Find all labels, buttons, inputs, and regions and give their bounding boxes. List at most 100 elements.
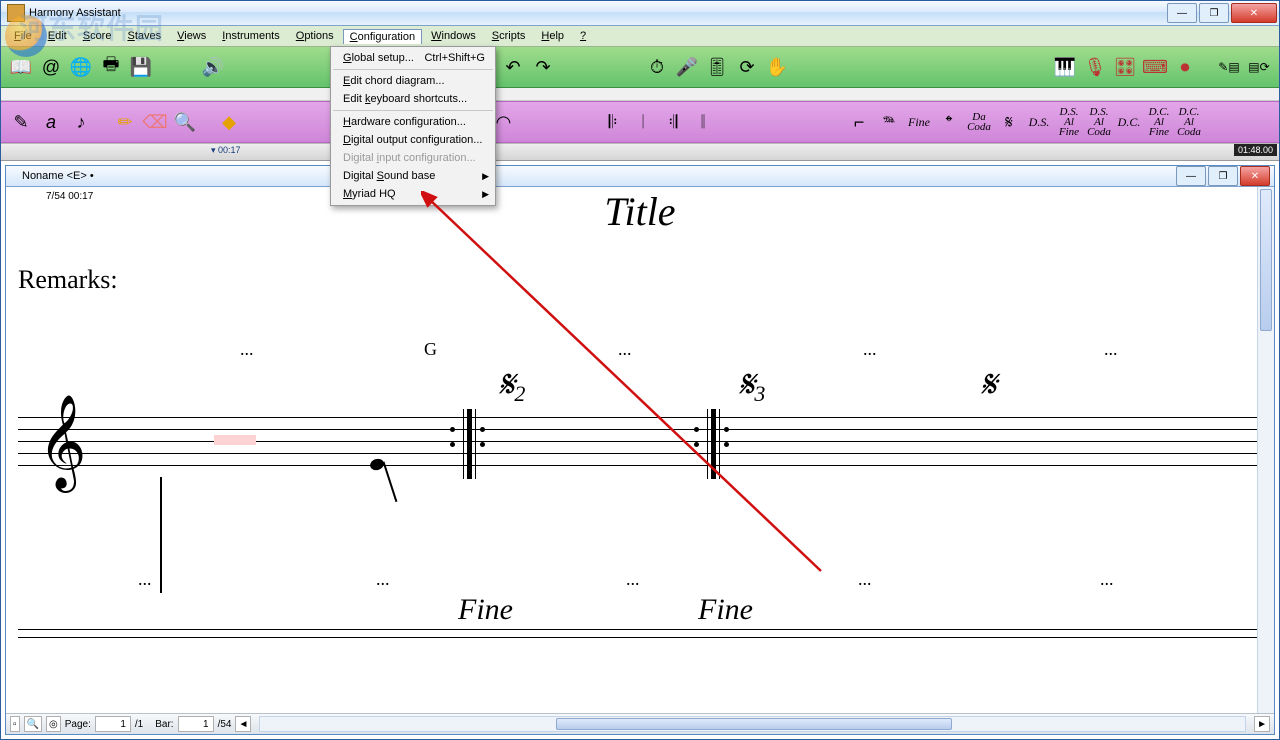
bracket-icon[interactable]: ⌐ (845, 108, 873, 136)
menu-options[interactable]: Options (289, 28, 341, 44)
menuitem-digital-input-configuration-: Digital input configuration... (333, 149, 493, 167)
menu-staves[interactable]: Staves (120, 28, 168, 44)
barline-icon[interactable]: 𝄀 (629, 108, 657, 136)
menuitem-edit-chord-diagram-[interactable]: Edit chord diagram... (333, 72, 493, 90)
fine-button[interactable]: Fine (905, 108, 933, 136)
note[interactable] (369, 457, 386, 472)
score-area[interactable]: 7/54 00:17 Title Remarks: ...G......... … (6, 187, 1274, 713)
document-titlebar: Noname <E> • — ❐ ✕ (6, 166, 1274, 187)
menuitem-digital-output-configuration-[interactable]: Digital output configuration... (333, 131, 493, 149)
fine-mark: Fine (458, 593, 513, 627)
segno-icon[interactable]: 𝄋 (995, 108, 1023, 136)
dc-button[interactable]: D.C. (1115, 108, 1143, 136)
time-ruler[interactable]: ▾ 00:17 01:48.00 (1, 143, 1279, 161)
mic-icon[interactable]: 🎤 (673, 53, 701, 81)
scroll-left-button[interactable]: ◄ (235, 716, 251, 732)
menu-score[interactable]: Score (76, 28, 119, 44)
menu-windows[interactable]: Windows (424, 28, 483, 44)
pencil-icon[interactable]: ✏ (111, 108, 139, 136)
speaker-icon[interactable]: 🔊 (199, 53, 227, 81)
undo-icon[interactable]: ↶ (499, 53, 527, 81)
dc-alfine-button[interactable]: D.C. Al Fine (1145, 108, 1173, 136)
segno-mark: 𝄋2 (498, 363, 525, 407)
globe-icon[interactable]: 🌐 (67, 53, 95, 81)
menubar: FileEditScoreStavesViewsInstrumentsOptio… (1, 26, 1279, 47)
maximize-button[interactable]: ❐ (1199, 3, 1229, 23)
vertical-scrollbar[interactable] (1257, 187, 1274, 713)
pedal-icon[interactable]: 𝆮 (875, 108, 903, 136)
hscroll-thumb[interactable] (556, 718, 952, 730)
at-icon[interactable]: @ (37, 53, 65, 81)
scroll-right-button[interactable]: ► (1254, 716, 1270, 732)
statusbar: ▫ 🔍 ◎ Page: /1 Bar: /54 ◄ ► (6, 713, 1274, 734)
pencil-note-icon[interactable]: ✎ (7, 108, 35, 136)
close-button[interactable]: ✕ (1231, 3, 1277, 23)
scrollbar-thumb[interactable] (1260, 189, 1272, 331)
menu-scripts[interactable]: Scripts (485, 28, 533, 44)
doc-minimize-button[interactable]: — (1176, 166, 1206, 186)
minimize-button[interactable]: — (1167, 3, 1197, 23)
menuitem-edit-keyboard-shortcuts-[interactable]: Edit keyboard shortcuts... (333, 90, 493, 108)
horizontal-scrollbar[interactable] (259, 716, 1246, 732)
record-icon[interactable]: ⏺ (1171, 53, 1199, 81)
menu-instruments[interactable]: Instruments (215, 28, 286, 44)
piano-icon[interactable]: 🎹 (1051, 53, 1079, 81)
save-icon[interactable]: 💾 (127, 53, 155, 81)
menu-help[interactable]: Help (534, 28, 571, 44)
print-icon[interactable]: 🖶 (97, 53, 125, 81)
menuitem-digital-sound-base[interactable]: Digital Sound base▶ (333, 167, 493, 185)
page-input[interactable] (98, 718, 128, 731)
lyric-icon[interactable]: ♪ (67, 108, 95, 136)
double-bar-icon[interactable]: 𝄁 (689, 108, 717, 136)
ds-button[interactable]: D.S. (1025, 108, 1053, 136)
remarks-label: Remarks: (18, 265, 1262, 295)
toolbar-edit: ✎ a ♪ ✏ ⌫ 🔍 ◆ ◠ ♪◠ 𝄆 𝄀 𝄇 𝄁 ⌐ 𝆮 Fine 𝄌 Da… (1, 101, 1279, 143)
lyric-placeholder: ... (1100, 569, 1114, 590)
loop-icon[interactable]: ⟳ (733, 53, 761, 81)
chord-label: ... (618, 339, 632, 360)
treble-clef-icon: 𝄞 (38, 395, 86, 490)
ds-alfine-button[interactable]: D.S. Al Fine (1055, 108, 1083, 136)
eraser-icon[interactable]: ⌫ (141, 108, 169, 136)
fine-row: FineFine (18, 593, 1262, 627)
tool-a-icon[interactable]: ✎▤ (1215, 53, 1243, 81)
mixer-icon[interactable]: 🎚 (703, 53, 731, 81)
menuitem-myriad-hq[interactable]: Myriad HQ▶ (333, 185, 493, 203)
marker-icon[interactable]: ◆ (215, 108, 243, 136)
open-icon[interactable]: 📖 (7, 53, 35, 81)
metronome-icon[interactable]: ⏱ (643, 53, 671, 81)
synth-icon[interactable]: 🎛 (1111, 53, 1139, 81)
dacoda-button[interactable]: Da Coda (965, 108, 993, 136)
menu-?[interactable]: ? (573, 28, 593, 44)
tool-target-icon[interactable]: ◎ (46, 716, 61, 732)
coda-icon[interactable]: 𝄌 (935, 108, 963, 136)
repeat-start-icon[interactable]: 𝄆 (599, 108, 627, 136)
staff-2[interactable] (18, 629, 1262, 637)
toolbar-main: 📖 @ 🌐 🖶 💾 🔊 🔍 🔎 ↶ ↷ ⏱ 🎤 🎚 ⟳ ✋ 🎹 🎙 🎛 ⌨ ⏺ … (1, 47, 1279, 88)
menuitem-global-setup-[interactable]: Global setup...Ctrl+Shift+G (333, 49, 493, 67)
tool-page-icon[interactable]: ▫ (10, 716, 20, 732)
chord-label: ... (1104, 339, 1118, 360)
menu-configuration[interactable]: Configuration (343, 29, 422, 44)
hand-icon[interactable]: ✋ (763, 53, 791, 81)
doc-maximize-button[interactable]: ❐ (1208, 166, 1238, 186)
doc-close-button[interactable]: ✕ (1240, 166, 1270, 186)
tool-search-icon[interactable]: 🔍 (24, 716, 42, 732)
bar-input[interactable] (181, 718, 211, 731)
tool-b-icon[interactable]: ▤⟳ (1245, 53, 1273, 81)
segno-mark: 𝄋 (980, 363, 996, 407)
staff-1[interactable]: 𝄞 (18, 409, 1262, 479)
menu-views[interactable]: Views (170, 28, 213, 44)
doc-icon (10, 170, 22, 182)
menuitem-hardware-configuration-[interactable]: Hardware configuration... (333, 113, 493, 131)
mic2-icon[interactable]: 🎙 (1081, 53, 1109, 81)
redo-icon[interactable]: ↷ (529, 53, 557, 81)
ds-alcoda-button[interactable]: D.S. Al Coda (1085, 108, 1113, 136)
dc-alcoda-button[interactable]: D.C. Al Coda (1175, 108, 1203, 136)
repeat-end-icon[interactable]: 𝄇 (659, 108, 687, 136)
zoom-icon[interactable]: 🔍 (171, 108, 199, 136)
text-a-icon[interactable]: a (37, 108, 65, 136)
lyric-placeholder: ... (858, 569, 872, 590)
segno-mark: 𝄋3 (738, 363, 765, 407)
keyboard-icon[interactable]: ⌨ (1141, 53, 1169, 81)
